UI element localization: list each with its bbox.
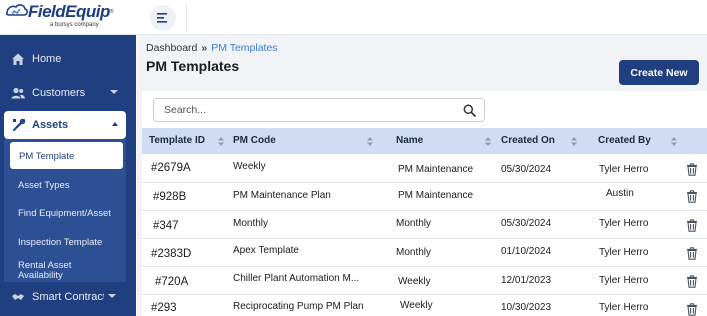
submenu-item-rental-asset-availability[interactable]: Rental Asset Availability	[18, 261, 113, 281]
templates-card: Template ID PM Code Name Created On Crea…	[142, 91, 707, 316]
sort-icon[interactable]	[218, 137, 224, 146]
search-input[interactable]	[164, 104, 444, 116]
cell-pm-code: Reciprocating Pump PM Plan	[233, 301, 364, 312]
sidebar-item-customers[interactable]: Customers	[0, 79, 136, 107]
table-row[interactable]: #720A Chiller Plant Automation M... Week…	[142, 267, 707, 295]
cell-created-on: 10/30/2023	[501, 302, 552, 313]
cell-created-on: 12/01/2023	[501, 275, 552, 286]
trash-icon[interactable]	[686, 247, 698, 260]
tools-icon	[13, 118, 26, 131]
table-header: Template ID PM Code Name Created On Crea…	[142, 128, 707, 154]
cell-template-id[interactable]: #928B	[153, 191, 186, 203]
cell-created-on: 01/10/2024	[501, 246, 552, 257]
main-content: Dashboard» PM Templates PM Templates Crea…	[137, 35, 707, 316]
sidebar-item-label: Assets	[32, 119, 69, 131]
sort-icon[interactable]	[571, 137, 577, 146]
trash-icon[interactable]	[686, 275, 698, 288]
cell-template-id[interactable]: #2679A	[151, 162, 191, 174]
cell-pm-code: Weekly	[233, 161, 266, 172]
cell-template-id[interactable]: #2383D	[151, 248, 191, 260]
sidebar-item-label: Home	[32, 53, 62, 65]
cell-created-by: Tyler Herro	[599, 247, 649, 258]
cell-pm-code: Monthly	[233, 218, 269, 229]
cell-template-id[interactable]: #293	[151, 302, 177, 314]
column-header-created-on[interactable]: Created On	[501, 128, 555, 154]
sort-icon[interactable]	[485, 137, 491, 146]
top-bar: FieldEquip ® a bursys company	[0, 0, 707, 35]
cell-name: PM Maintenance	[398, 190, 474, 201]
menu-toggle-button[interactable]	[150, 5, 176, 31]
logo-text: FieldEquip	[28, 2, 110, 21]
submenu-item-asset-types[interactable]: Asset Types	[18, 180, 70, 191]
sort-icon[interactable]	[367, 137, 373, 146]
search-box[interactable]	[153, 98, 485, 122]
sidebar-item-home[interactable]: Home	[0, 45, 136, 73]
cell-created-on: 05/30/2024	[501, 164, 552, 175]
sidebar: Home Customers Assets PM Template Asset …	[0, 35, 136, 316]
sidebar-item-assets[interactable]: Assets	[4, 111, 126, 139]
assets-submenu: PM Template Asset Types Find Equipment/A…	[4, 139, 126, 282]
cell-name: Weekly	[398, 276, 431, 287]
logo-tagline: a bursys company	[50, 22, 99, 28]
cell-pm-code: PM Maintenance Plan	[233, 190, 331, 201]
cell-created-by: Tyler Herro	[599, 302, 649, 313]
page-title: PM Templates	[146, 58, 240, 74]
logo-trademark: ®	[109, 9, 114, 15]
table-row[interactable]: #2383D Apex Template Monthly 01/10/2024 …	[142, 239, 707, 267]
fieldequip-logo[interactable]: FieldEquip ® a bursys company	[4, 3, 130, 33]
cell-name: Weekly	[400, 300, 433, 311]
search-icon[interactable]	[463, 104, 476, 117]
sidebar-item-label: Smart Contracts	[32, 291, 104, 303]
cell-name: Monthly	[396, 218, 432, 229]
cell-created-by: Tyler Herro	[599, 218, 649, 229]
create-new-button[interactable]: Create New	[619, 60, 699, 85]
cell-created-on: 05/30/2024	[501, 218, 552, 229]
menu-lines-icon	[157, 13, 167, 23]
cell-created-by: Tyler Herro	[599, 164, 649, 175]
cell-pm-code: Apex Template	[233, 245, 299, 256]
sidebar-item-smart-contracts[interactable]: Smart Contracts	[0, 283, 134, 311]
cell-pm-code: Chiller Plant Automation M...	[233, 273, 360, 284]
chevron-down-icon	[108, 294, 116, 298]
chevron-up-icon	[112, 122, 118, 126]
column-header-pm-code[interactable]: PM Code	[233, 128, 276, 154]
trash-icon[interactable]	[686, 219, 698, 232]
table-row[interactable]: #928B PM Maintenance Plan PM Maintenance…	[142, 183, 707, 211]
column-header-created-by[interactable]: Created By	[598, 128, 651, 154]
topbar-divider	[186, 4, 187, 32]
submenu-item-pm-template[interactable]: PM Template	[10, 142, 123, 169]
breadcrumb: Dashboard » PM Templates	[146, 42, 278, 54]
submenu-item-find-equipment[interactable]: Find Equipment/Asset	[18, 208, 111, 219]
chevron-down-icon	[110, 90, 118, 94]
breadcrumb-dashboard[interactable]: Dashboard	[146, 42, 197, 54]
logo-mark-icon	[5, 4, 28, 16]
table-row[interactable]: #2679A Weekly PM Maintenance 05/30/2024 …	[142, 155, 707, 183]
sidebar-item-label: Customers	[32, 87, 86, 99]
trash-icon[interactable]	[686, 303, 698, 316]
cell-template-id[interactable]: #720A	[155, 276, 188, 288]
home-icon	[12, 53, 24, 65]
trash-icon[interactable]	[686, 163, 698, 176]
handshake-icon	[12, 294, 24, 300]
column-header-name[interactable]: Name	[396, 128, 423, 154]
cell-created-by: Tyler Herro	[599, 275, 649, 286]
cell-name: PM Maintenance	[398, 164, 474, 175]
submenu-item-label: PM Template	[19, 151, 75, 162]
table-row[interactable]: #347 Monthly Monthly 05/30/2024 Tyler He…	[142, 211, 707, 239]
sort-icon[interactable]	[671, 137, 677, 146]
column-header-template-id[interactable]: Template ID	[149, 128, 205, 154]
cell-name: Monthly	[396, 247, 432, 258]
table-row[interactable]: #293 Reciprocating Pump PM Plan Weekly 1…	[142, 295, 707, 316]
cell-created-by: Austin	[606, 188, 634, 199]
trash-icon[interactable]	[686, 190, 698, 203]
breadcrumb-separator: »	[201, 42, 208, 54]
cell-template-id[interactable]: #347	[153, 220, 179, 232]
users-icon	[11, 87, 25, 99]
breadcrumb-current[interactable]: PM Templates	[211, 42, 277, 54]
submenu-item-inspection-template[interactable]: Inspection Template	[18, 237, 102, 248]
